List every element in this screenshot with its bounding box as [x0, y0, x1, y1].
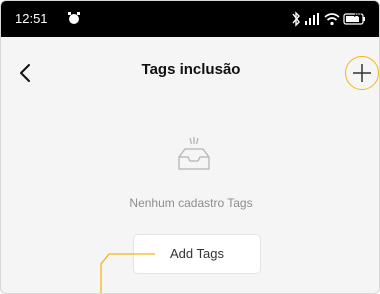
- status-time: 12:51: [15, 11, 48, 26]
- add-tags-button[interactable]: Add Tags: [133, 234, 261, 274]
- signal-icon: [305, 13, 319, 25]
- empty-state-message: Nenhum cadastro Tags: [129, 196, 253, 210]
- header: Tags inclusão: [1, 37, 379, 107]
- wifi-icon: [324, 13, 340, 26]
- alarm-icon: [67, 11, 81, 25]
- empty-state: Nenhum cadastro Tags Add Tags: [1, 107, 379, 293]
- plus-icon[interactable]: [345, 56, 379, 90]
- battery-level: 70: [353, 12, 361, 19]
- empty-inbox-icon: [173, 135, 213, 175]
- phone-screen: 12:51 70 Tags inclusão Nenhum cadastro T…: [0, 0, 380, 294]
- status-bar: 12:51 70: [1, 1, 379, 37]
- bluetooth-icon: [292, 11, 300, 27]
- page-title: Tags inclusão: [141, 61, 241, 78]
